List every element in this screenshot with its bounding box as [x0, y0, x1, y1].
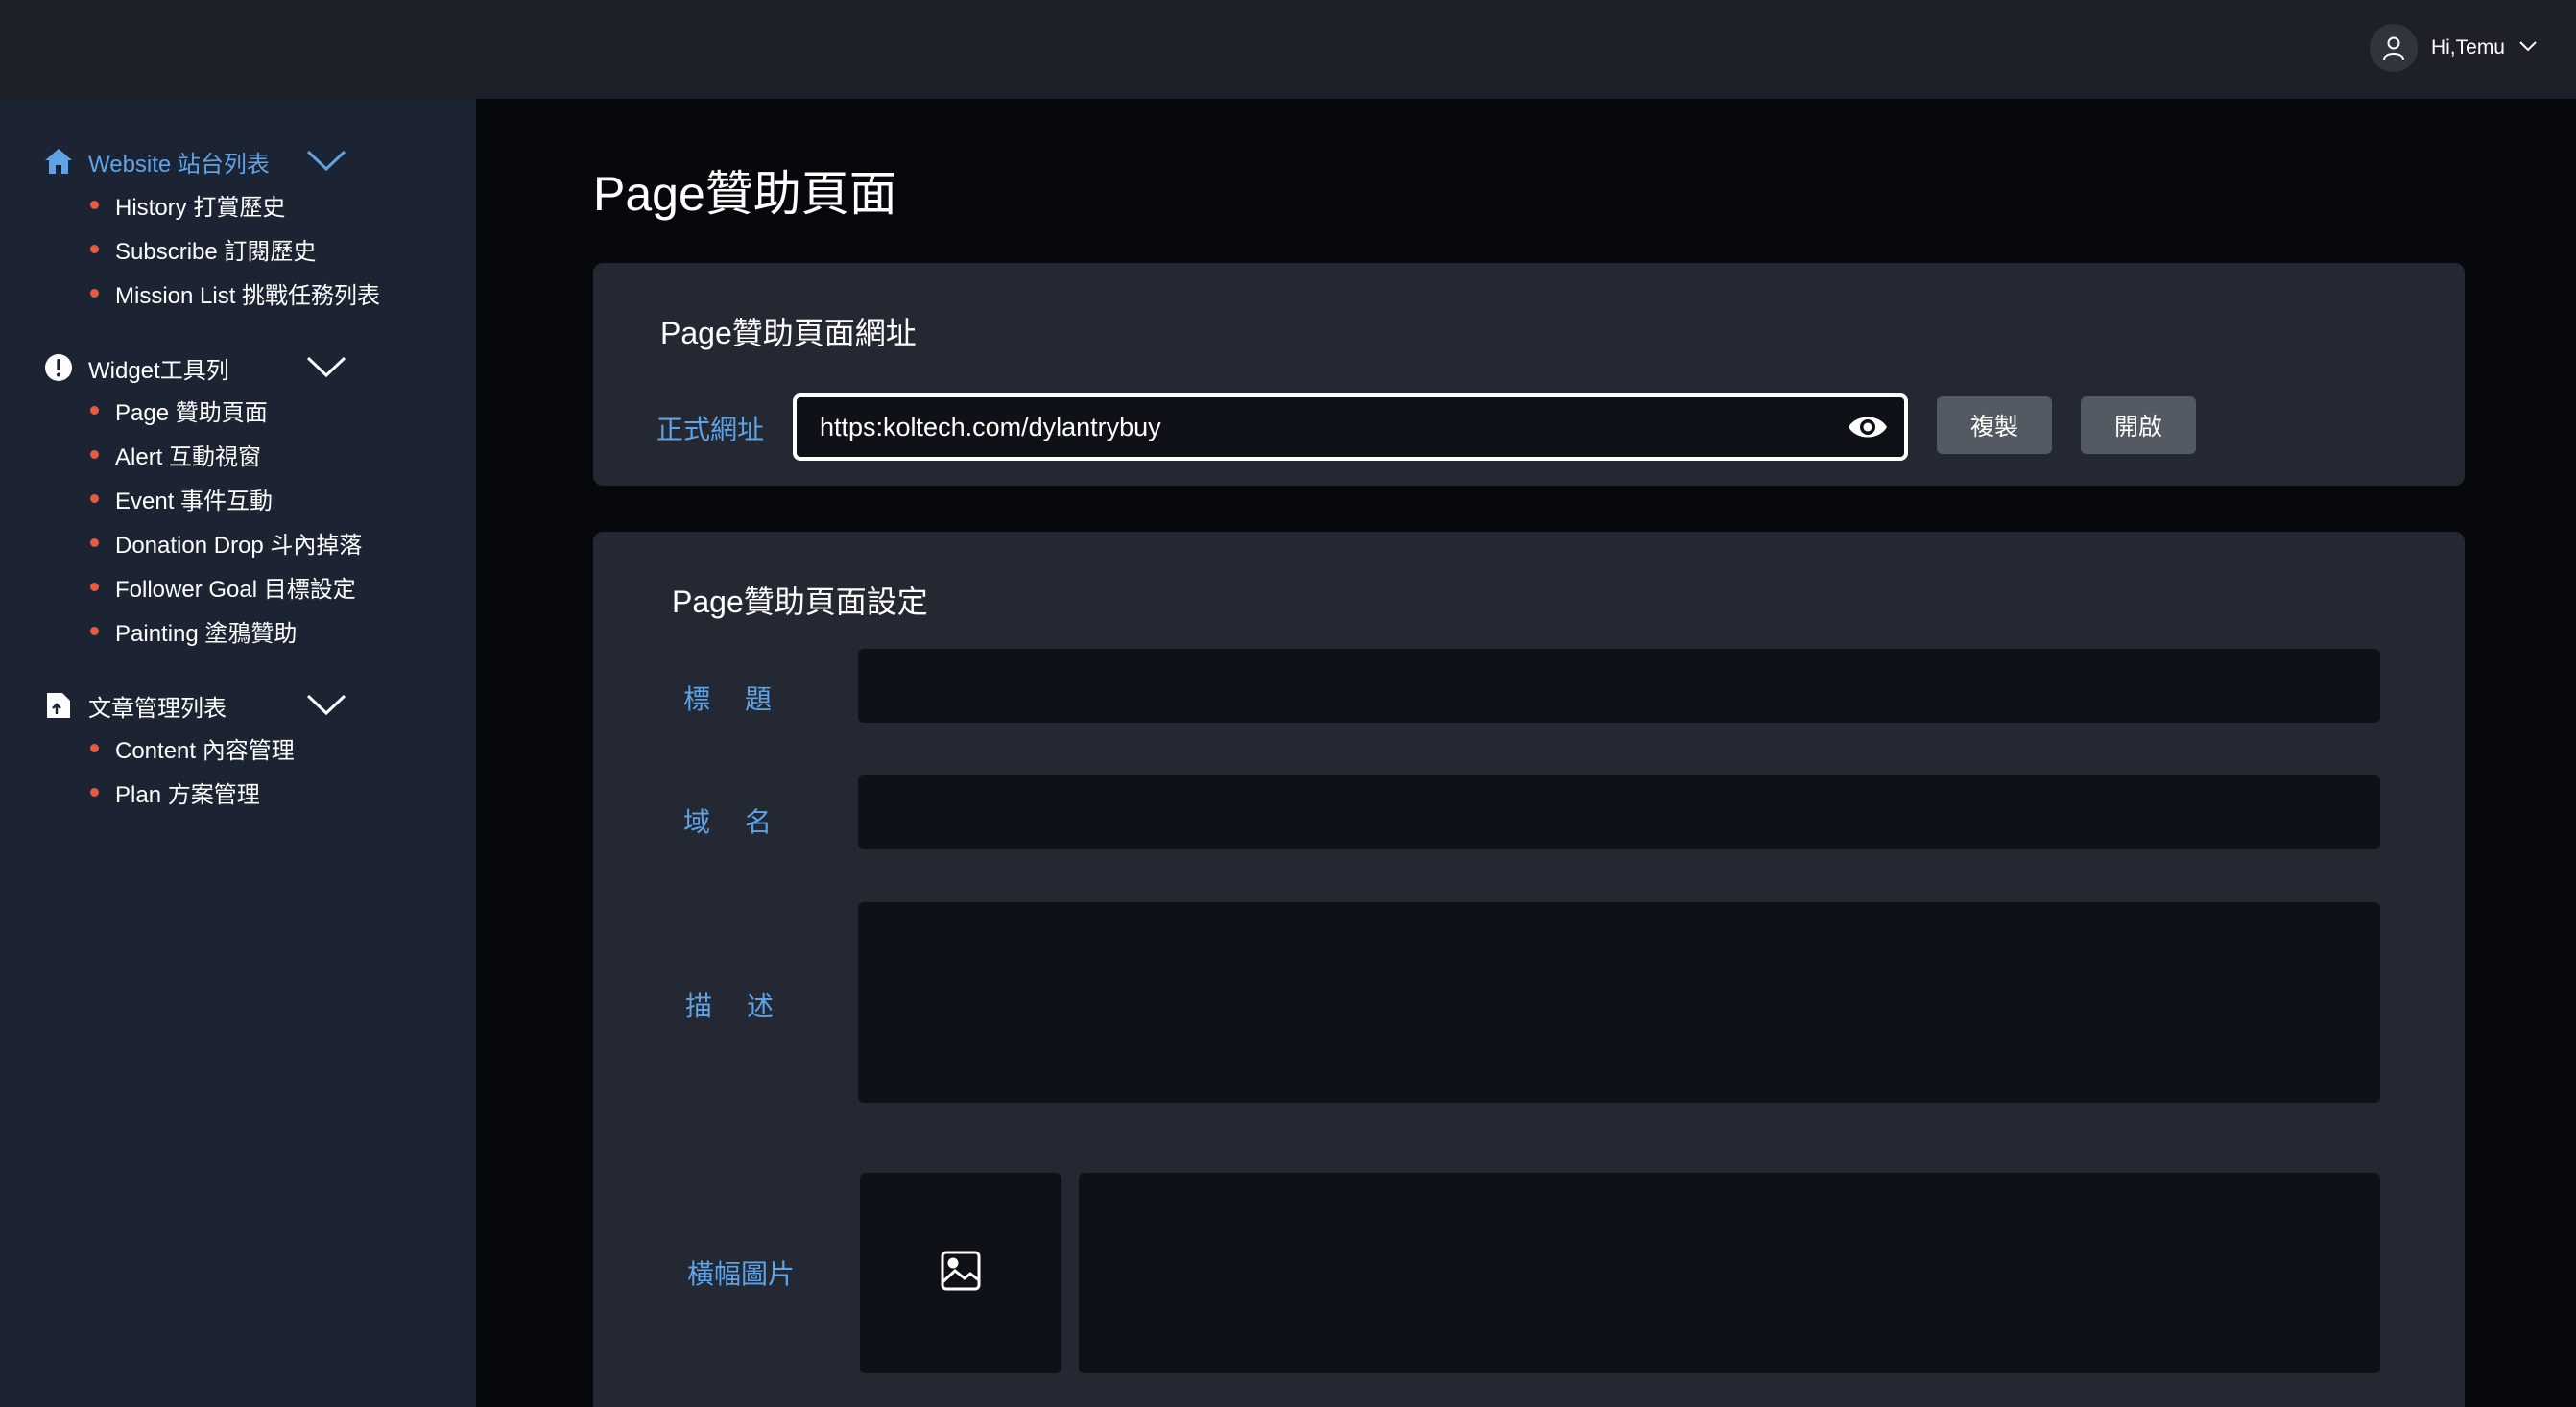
sidebar-item-page[interactable]: Page 贊助頁面	[90, 392, 268, 428]
sidebar-item-label: History 打賞歷史	[115, 194, 286, 221]
image-icon[interactable]	[940, 1250, 982, 1297]
sidebar-item-articles[interactable]: 文章管理列表	[42, 686, 445, 725]
official-url-value[interactable]: https:koltech.com/dylantrybuy	[820, 413, 1841, 442]
banner-image-upload[interactable]	[860, 1173, 1061, 1373]
sidebar-item-label: Event 事件互動	[115, 488, 274, 514]
bullet-dot	[90, 493, 99, 503]
sidebar-item-label: Alert 互動視窗	[115, 443, 262, 470]
sidebar-item-painting[interactable]: Painting 塗鴉贊助	[90, 612, 297, 649]
official-url-field[interactable]: https:koltech.com/dylantrybuy	[793, 393, 1908, 461]
sidebar-item-label: Subscribe 訂閱歷史	[115, 238, 317, 265]
chevron-down-icon[interactable]	[305, 690, 347, 724]
url-card-title: Page贊助頁面網址	[660, 316, 917, 350]
title-input[interactable]	[858, 649, 2380, 723]
sidebar-item-label: Plan 方案管理	[115, 781, 260, 808]
user-avatar-icon[interactable]	[2369, 24, 2418, 72]
sidebar-group-label: Widget工具列	[88, 357, 229, 384]
sidebar-item-label: Mission List 挑戰任務列表	[115, 282, 381, 309]
domain-input[interactable]	[858, 775, 2380, 849]
open-button[interactable]: 開啟	[2081, 396, 2196, 454]
sidebar-item-website[interactable]: Website 站台列表	[42, 142, 445, 180]
top-bar: Hi,Temu	[0, 0, 2576, 99]
sidebar-item-donation-drop[interactable]: Donation Drop 斗內掉落	[90, 524, 362, 560]
sidebar-item-content[interactable]: Content 內容管理	[90, 729, 295, 766]
settings-card-title: Page贊助頁面設定	[672, 584, 928, 619]
sidebar-item-history[interactable]: History 打賞歷史	[90, 186, 285, 223]
sidebar-item-label: Donation Drop 斗內掉落	[115, 532, 363, 559]
eye-icon[interactable]	[1841, 400, 1895, 454]
sidebar-item-label: Content 內容管理	[115, 737, 295, 764]
banner-image-preview[interactable]	[1079, 1173, 2380, 1373]
file-upload-icon	[42, 689, 75, 722]
sidebar-item-widget[interactable]: Widget工具列	[42, 348, 445, 387]
sidebar-item-label: Painting 塗鴉贊助	[115, 620, 298, 647]
official-url-label: 正式網址	[656, 415, 765, 444]
chevron-down-icon[interactable]	[305, 352, 347, 386]
bullet-dot	[90, 743, 99, 752]
bullet-dot	[90, 288, 99, 298]
user-menu[interactable]: Hi,Temu	[2369, 23, 2538, 73]
sidebar-item-mission-list[interactable]: Mission List 挑戰任務列表	[90, 274, 380, 311]
description-label: 描述	[685, 991, 809, 1021]
bullet-dot	[90, 449, 99, 459]
sidebar-item-plan[interactable]: Plan 方案管理	[90, 774, 260, 810]
alert-circle-icon	[42, 351, 75, 384]
sidebar-group-label: 文章管理列表	[88, 695, 227, 722]
sidebar-item-label: Page 贊助頁面	[115, 399, 268, 426]
chevron-down-icon[interactable]	[305, 146, 347, 179]
bullet-dot	[90, 787, 99, 797]
bullet-dot	[90, 200, 99, 209]
sidebar-item-label: Follower Goal 目標設定	[115, 576, 356, 603]
sidebar-item-subscribe[interactable]: Subscribe 訂閱歷史	[90, 230, 316, 267]
sidebar-item-event[interactable]: Event 事件互動	[90, 480, 273, 516]
sidebar-group-label: Website 站台列表	[88, 151, 270, 178]
banner-image-label: 橫幅圖片	[687, 1259, 796, 1289]
description-textarea[interactable]	[858, 902, 2380, 1103]
bullet-dot	[90, 405, 99, 415]
title-label: 標題	[683, 684, 807, 714]
copy-button[interactable]: 複製	[1937, 396, 2052, 454]
user-greeting[interactable]: Hi,Temu	[2431, 36, 2505, 60]
domain-label: 域名	[683, 807, 807, 837]
sidebar: Website 站台列表 History 打賞歷史 Subscribe 訂閱歷史…	[0, 99, 476, 1407]
chevron-down-icon[interactable]	[2518, 39, 2538, 58]
bullet-dot	[90, 626, 99, 635]
sidebar-item-follower-goal[interactable]: Follower Goal 目標設定	[90, 568, 356, 605]
bullet-dot	[90, 244, 99, 253]
page-title: Page贊助頁面	[593, 167, 897, 221]
bullet-dot	[90, 582, 99, 591]
bullet-dot	[90, 537, 99, 547]
home-icon	[42, 145, 75, 178]
sidebar-item-alert[interactable]: Alert 互動視窗	[90, 436, 261, 472]
